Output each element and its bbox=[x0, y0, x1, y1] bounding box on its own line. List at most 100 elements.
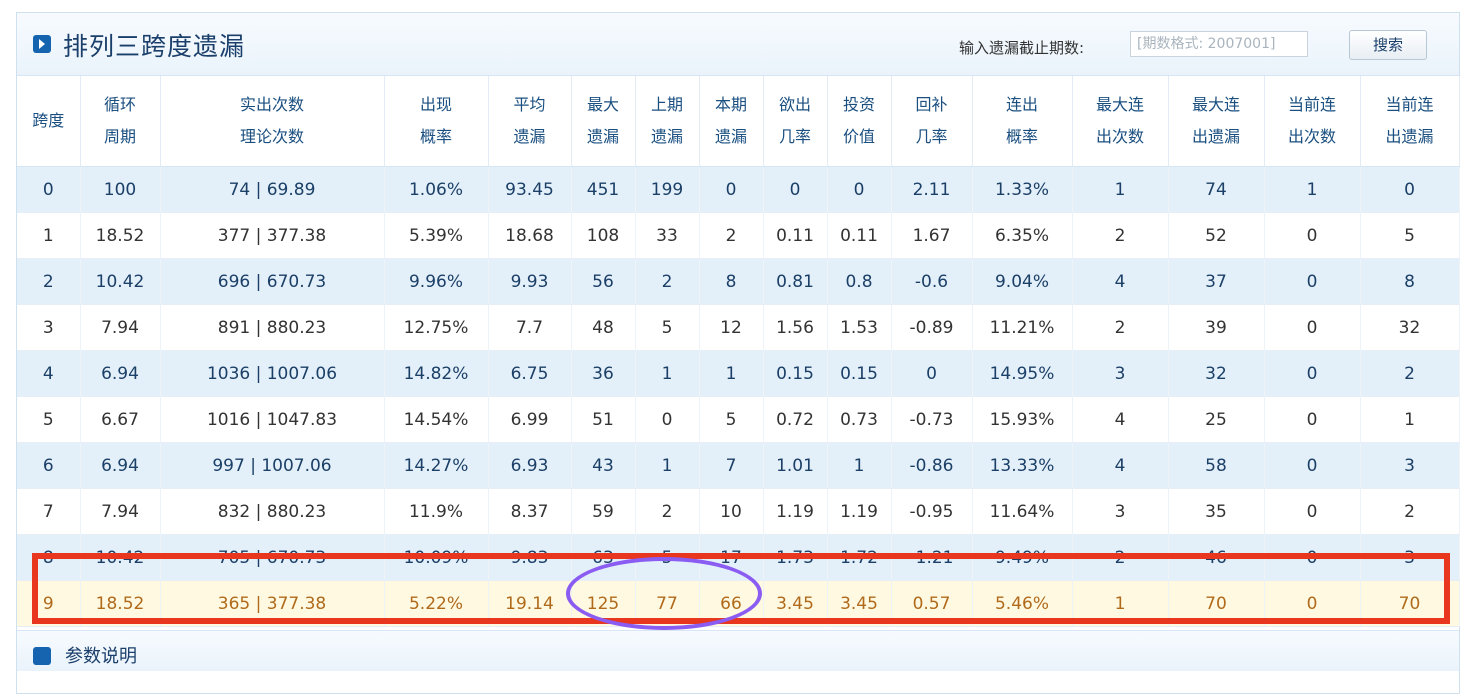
table-cell: -1.21 bbox=[891, 534, 973, 581]
column-header: 连出 概率 bbox=[972, 76, 1073, 167]
parameter-section-label: 参数说明 bbox=[65, 646, 137, 667]
table-cell: 46 bbox=[1168, 534, 1265, 581]
table-row: 0 100 74 | 69.89 1.06% 93.45 451 199 0 0 0 2.11 1.3… bbox=[17, 166, 1460, 213]
column-header-line1: 最大连 bbox=[1095, 95, 1144, 114]
table-cell: 891 | 880.23 bbox=[160, 304, 385, 351]
table-cell: 1.72 bbox=[827, 534, 892, 581]
table-cell: 8 bbox=[699, 258, 764, 305]
table-cell: 1.19 bbox=[827, 488, 892, 535]
column-header-line1: 最大连 bbox=[1191, 95, 1240, 114]
table-cell: 4 bbox=[1072, 442, 1169, 489]
table-cell: 11.64% bbox=[972, 488, 1073, 535]
table-cell: 0.11 bbox=[827, 212, 892, 259]
column-header: 跨度 bbox=[17, 76, 81, 167]
column-header-line1: 本期 bbox=[714, 95, 747, 114]
table-cell: 199 bbox=[635, 166, 700, 213]
table-cell: 1 bbox=[827, 442, 892, 489]
table-cell: 696 | 670.73 bbox=[160, 258, 385, 305]
table-cell: 705 | 670.73 bbox=[160, 534, 385, 581]
table-cell: -0.89 bbox=[891, 304, 973, 351]
column-header-line2: 理论次数 bbox=[239, 127, 304, 146]
column-header: 上期 遗漏 bbox=[635, 76, 700, 167]
table-cell: 18.68 bbox=[488, 212, 572, 259]
column-header: 最大连 出遗漏 bbox=[1168, 76, 1265, 167]
table-cell: 2 bbox=[1360, 350, 1460, 397]
table-cell: 0.8 bbox=[827, 258, 892, 305]
column-header-line1: 回补 bbox=[915, 95, 948, 114]
table-cell: 77 bbox=[635, 580, 700, 627]
table-cell: 2 bbox=[1072, 304, 1169, 351]
column-header-line2: 遗漏 bbox=[513, 127, 546, 146]
table-cell: 7.94 bbox=[80, 304, 161, 351]
table-cell: 17 bbox=[699, 534, 764, 581]
table-cell: 6 bbox=[17, 442, 81, 489]
table-row: 9 18.52 365 | 377.38 5.22% 19.14 125 77 66 3.45 3… bbox=[17, 580, 1460, 627]
table-cell: 1 bbox=[1360, 396, 1460, 443]
table-cell: 0.15 bbox=[763, 350, 828, 397]
column-header-line2: 出遗漏 bbox=[1385, 127, 1434, 146]
table-cell: 1 bbox=[635, 350, 700, 397]
column-header-line2: 价值 bbox=[842, 127, 875, 146]
table-cell: 9.96% bbox=[384, 258, 489, 305]
table-cell: 6.93 bbox=[488, 442, 572, 489]
arrow-right-icon bbox=[33, 35, 51, 53]
table-cell: 12 bbox=[699, 304, 764, 351]
table-cell: 14.54% bbox=[384, 396, 489, 443]
table-row: 4 6.94 1036 | 1007.06 14.82% 6.75 36 1 1 0.15 0.1… bbox=[17, 350, 1460, 397]
table-cell: 0 bbox=[891, 350, 973, 397]
table-cell: 2 bbox=[17, 258, 81, 305]
period-search-input[interactable] bbox=[1130, 31, 1308, 57]
column-header-line2: 几率 bbox=[915, 127, 948, 146]
table-cell: 70 bbox=[1168, 580, 1265, 627]
table-cell: 4 bbox=[17, 350, 81, 397]
table-cell: 0 bbox=[1264, 258, 1361, 305]
table-cell: 3.45 bbox=[763, 580, 828, 627]
column-header-line2: 几率 bbox=[778, 127, 811, 146]
table-cell: 6.35% bbox=[972, 212, 1073, 259]
table-body: 0 100 74 | 69.89 1.06% 93.45 451 199 0 0 0 2.11 1.3… bbox=[17, 166, 1460, 627]
table-cell: 832 | 880.23 bbox=[160, 488, 385, 535]
table-cell: 6.94 bbox=[80, 442, 161, 489]
column-header-line2: 出遗漏 bbox=[1191, 127, 1240, 146]
table-cell: 100 bbox=[80, 166, 161, 213]
panel-header: 排列三跨度遗漏 输入遗漏截止期数: 搜索 bbox=[17, 13, 1459, 76]
table-cell: 5.22% bbox=[384, 580, 489, 627]
table-cell: 1.67 bbox=[891, 212, 973, 259]
table-cell: 6.99 bbox=[488, 396, 572, 443]
table-cell: 2 bbox=[699, 212, 764, 259]
table-cell: 377 | 377.38 bbox=[160, 212, 385, 259]
table-cell: 0 bbox=[1264, 212, 1361, 259]
table-cell: 7.7 bbox=[488, 304, 572, 351]
table-cell: 18.52 bbox=[80, 212, 161, 259]
table-cell: 9.04% bbox=[972, 258, 1073, 305]
table-cell: 6.67 bbox=[80, 396, 161, 443]
table-cell: 8.37 bbox=[488, 488, 572, 535]
column-header: 投资 价值 bbox=[827, 76, 892, 167]
table-cell: 3.45 bbox=[827, 580, 892, 627]
table-cell: 365 | 377.38 bbox=[160, 580, 385, 627]
table-cell: 7 bbox=[17, 488, 81, 535]
column-header-line1: 当前连 bbox=[1287, 95, 1336, 114]
column-header: 本期 遗漏 bbox=[699, 76, 764, 167]
table-row: 3 7.94 891 | 880.23 12.75% 7.7 48 5 12 1.56 1.53-… bbox=[17, 304, 1460, 351]
table-cell: 39 bbox=[1168, 304, 1265, 351]
table-cell: 4 bbox=[1072, 258, 1169, 305]
table-cell: 6.75 bbox=[488, 350, 572, 397]
table-cell: 108 bbox=[571, 212, 636, 259]
table-cell: 19.14 bbox=[488, 580, 572, 627]
table-cell: 0 bbox=[17, 166, 81, 213]
search-button[interactable]: 搜索 bbox=[1349, 30, 1427, 60]
table-cell: 33 bbox=[635, 212, 700, 259]
table-cell: -0.73 bbox=[891, 396, 973, 443]
table-cell: 12.75% bbox=[384, 304, 489, 351]
table-cell: 5 bbox=[635, 304, 700, 351]
table-cell: 0.81 bbox=[763, 258, 828, 305]
column-header-line1: 出现 bbox=[419, 95, 452, 114]
table-row: 5 6.67 1016 | 1047.83 14.54% 6.99 51 0 5 0.72 0.7… bbox=[17, 396, 1460, 443]
table-cell: 1.73 bbox=[763, 534, 828, 581]
table-row: 2 10.42 696 | 670.73 9.96% 9.93 56 2 8 0.81 0.8 -0… bbox=[17, 258, 1460, 305]
table-cell: 10 bbox=[699, 488, 764, 535]
table-cell: 2 bbox=[1360, 488, 1460, 535]
table-cell: 9.83 bbox=[488, 534, 572, 581]
table-cell: 0 bbox=[763, 166, 828, 213]
